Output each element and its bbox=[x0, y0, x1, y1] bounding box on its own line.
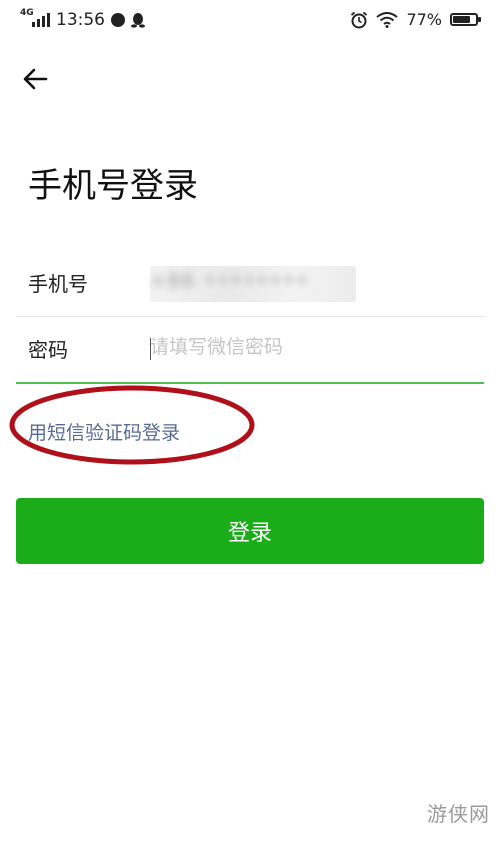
phone-label: 手机号 bbox=[28, 272, 88, 296]
alarm-icon bbox=[351, 11, 368, 28]
status-bar-left: 4G 13:56 bbox=[20, 8, 145, 30]
sms-code-login-link[interactable]: 用短信验证码登录 bbox=[28, 418, 180, 445]
signal-icon: 4G bbox=[20, 8, 50, 27]
battery-percent: 77% bbox=[406, 10, 442, 29]
watermark: 游侠网 bbox=[427, 802, 490, 826]
page-title: 手机号登录 bbox=[28, 166, 198, 206]
password-label: 密码 bbox=[28, 338, 68, 362]
password-row: 密码 bbox=[16, 316, 484, 384]
login-button[interactable]: 登录 bbox=[16, 498, 484, 564]
text-cursor bbox=[150, 338, 151, 360]
chat-bubble-icon bbox=[111, 13, 125, 27]
battery-icon bbox=[450, 13, 481, 26]
status-bar: 4G 13:56 77% bbox=[0, 0, 500, 44]
wifi-icon bbox=[376, 11, 399, 28]
phone-input[interactable] bbox=[150, 260, 470, 302]
password-input[interactable] bbox=[150, 326, 470, 368]
battery-level-fill bbox=[453, 16, 470, 23]
network-type: 4G bbox=[20, 8, 34, 18]
arrow-left-icon bbox=[23, 68, 48, 90]
qq-penguin-icon bbox=[131, 13, 145, 28]
phone-row: 手机号 bbox=[16, 250, 484, 317]
back-button[interactable] bbox=[18, 62, 52, 96]
status-bar-right: 77% bbox=[350, 10, 481, 29]
clock: 13:56 bbox=[56, 10, 105, 30]
